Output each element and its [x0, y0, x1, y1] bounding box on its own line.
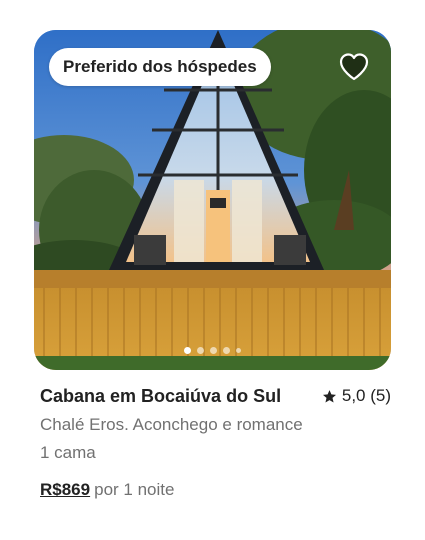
carousel-dot[interactable]	[197, 347, 204, 354]
listing-photo[interactable]: Preferido dos hóspedes	[34, 30, 391, 370]
beds-info: 1 cama	[40, 443, 96, 462]
price-suffix: por 1 noite	[94, 480, 175, 499]
carousel-dot[interactable]	[210, 347, 217, 354]
carousel-dot[interactable]	[236, 348, 241, 353]
carousel-dots	[34, 347, 391, 354]
star-icon	[322, 389, 337, 404]
rating-value: 5,0 (5)	[341, 386, 391, 405]
heart-icon[interactable]	[337, 51, 371, 83]
listing-title: Cabana em Bocaiúva do Sul	[40, 385, 282, 406]
price-row: R$869 por 1 noite	[40, 480, 174, 500]
guest-favorite-badge: Preferido dos hóspedes	[49, 48, 271, 86]
carousel-dot[interactable]	[184, 347, 191, 354]
listing-subtitle: Chalé Eros. Aconchego e romance	[40, 415, 303, 434]
listing-card[interactable]: Preferido dos hóspedes Cabana em Bocaiúv…	[34, 30, 391, 499]
price[interactable]: R$869	[40, 480, 90, 499]
rating: 5,0 (5)	[322, 386, 391, 406]
carousel-dot[interactable]	[223, 347, 230, 354]
title-row: Cabana em Bocaiúva do Sul 5,0 (5)	[40, 384, 391, 408]
